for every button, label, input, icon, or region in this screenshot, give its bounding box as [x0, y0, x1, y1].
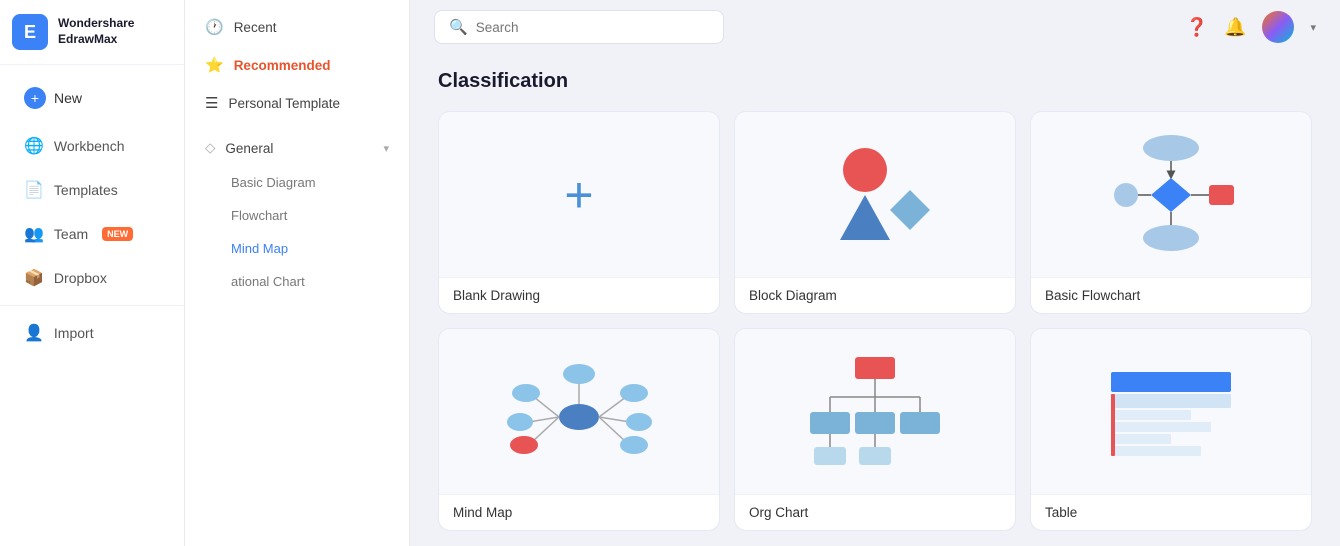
- app-logo-icon: E: [12, 14, 48, 50]
- card-table-label: Table: [1031, 494, 1311, 530]
- left-nav: + New 🌐 Workbench 📄 Templates 👥 Team NEW…: [0, 65, 184, 362]
- card-mindmap-visual: [439, 329, 719, 494]
- search-icon: 🔍: [449, 18, 468, 36]
- help-icon[interactable]: ❓: [1186, 17, 1208, 38]
- card-orgchart-label: Org Chart: [735, 494, 1015, 530]
- templates-icon: 📄: [24, 180, 44, 200]
- block-diagram-svg: [810, 135, 940, 255]
- card-blank-drawing[interactable]: + Blank Drawing: [438, 111, 720, 314]
- card-block-diagram[interactable]: Block Diagram: [734, 111, 1016, 314]
- card-table-visual: [1031, 329, 1311, 494]
- card-orgchart-visual: [735, 329, 1015, 494]
- mind-map-label: Mind Map: [231, 241, 288, 256]
- top-right-actions: ❓ 🔔 ▾: [1186, 11, 1316, 43]
- new-button[interactable]: + New: [8, 77, 176, 119]
- new-btn-icon: +: [24, 87, 46, 109]
- left-sidebar: E Wondershare EdrawMax + New 🌐 Workbench…: [0, 0, 185, 546]
- sidebar-item-workbench[interactable]: 🌐 Workbench: [8, 126, 176, 166]
- flowchart-label: Flowchart: [231, 208, 287, 223]
- recent-label: Recent: [234, 20, 277, 35]
- nav-basic-diagram[interactable]: Basic Diagram: [185, 166, 409, 199]
- search-input[interactable]: [476, 20, 709, 35]
- content-area: Classification + Blank Drawing: [410, 54, 1340, 546]
- templates-label: Templates: [54, 182, 118, 198]
- org-chart-label: ational Chart: [231, 274, 305, 289]
- main-content: 🔍 ❓ 🔔 ▾ Classification + Blank Drawing: [410, 0, 1340, 546]
- card-basic-flowchart[interactable]: Basic Flowchart: [1030, 111, 1312, 314]
- avatar[interactable]: [1262, 11, 1294, 43]
- card-block-visual: [735, 112, 1015, 277]
- sidebar-item-dropbox[interactable]: 📦 Dropbox: [8, 258, 176, 298]
- import-label: Import: [54, 325, 94, 341]
- card-org-chart[interactable]: Org Chart: [734, 328, 1016, 531]
- card-block-label: Block Diagram: [735, 277, 1015, 313]
- avatar-chevron-icon[interactable]: ▾: [1310, 21, 1316, 34]
- logo-area: E Wondershare EdrawMax: [0, 0, 184, 65]
- team-label: Team: [54, 226, 88, 242]
- workbench-icon: 🌐: [24, 136, 44, 156]
- sidebar-item-templates[interactable]: 📄 Templates: [8, 170, 176, 210]
- general-section-header[interactable]: ◇ General ▾: [185, 130, 409, 166]
- new-label: New: [54, 90, 82, 106]
- app-name: Wondershare EdrawMax: [58, 16, 134, 47]
- personal-template-icon: ☰: [205, 94, 218, 112]
- search-box[interactable]: 🔍: [434, 10, 724, 44]
- recommended-label: Recommended: [234, 58, 331, 73]
- sidebar-item-import[interactable]: 👤 Import: [8, 313, 176, 353]
- orgchart-svg: [800, 347, 950, 477]
- import-icon: 👤: [24, 323, 44, 343]
- card-flowchart-visual: [1031, 112, 1311, 277]
- sidebar-item-team[interactable]: 👥 Team NEW: [8, 214, 176, 254]
- nav-recent[interactable]: 🕐 Recent: [185, 8, 409, 46]
- recommended-icon: ⭐: [205, 56, 224, 74]
- card-mindmap-label: Mind Map: [439, 494, 719, 530]
- basic-diagram-label: Basic Diagram: [231, 175, 316, 190]
- card-blank-label: Blank Drawing: [439, 277, 719, 313]
- notification-icon[interactable]: 🔔: [1224, 17, 1246, 38]
- cards-grid: + Blank Drawing Block Diagram: [438, 111, 1312, 531]
- nav-recommended[interactable]: ⭐ Recommended: [185, 46, 409, 84]
- table-svg: [1101, 352, 1241, 472]
- flowchart-svg: [1101, 130, 1241, 260]
- nav-org-chart[interactable]: ational Chart: [185, 265, 409, 298]
- top-bar: 🔍 ❓ 🔔 ▾: [410, 0, 1340, 54]
- team-icon: 👥: [24, 224, 44, 244]
- second-sidebar: 🕐 Recent ⭐ Recommended ☰ Personal Templa…: [185, 0, 410, 546]
- general-label: General: [225, 141, 273, 156]
- card-mind-map[interactable]: Mind Map: [438, 328, 720, 531]
- personal-template-label: Personal Template: [228, 96, 340, 111]
- workbench-label: Workbench: [54, 138, 125, 154]
- dropbox-label: Dropbox: [54, 270, 107, 286]
- chevron-down-icon: ▾: [383, 142, 389, 155]
- nav-personal-template[interactable]: ☰ Personal Template: [185, 84, 409, 122]
- dropbox-icon: 📦: [24, 268, 44, 288]
- recent-icon: 🕐: [205, 18, 224, 36]
- plus-icon: +: [564, 170, 593, 220]
- card-table[interactable]: Table: [1030, 328, 1312, 531]
- card-blank-visual: +: [439, 112, 719, 277]
- mindmap-svg: [504, 347, 654, 477]
- nav-divider: [0, 305, 184, 306]
- nav-flowchart[interactable]: Flowchart: [185, 199, 409, 232]
- team-badge: NEW: [102, 227, 133, 241]
- general-icon: ◇: [205, 140, 215, 156]
- section-title: Classification: [438, 70, 1312, 93]
- card-flowchart-label: Basic Flowchart: [1031, 277, 1311, 313]
- nav-mind-map[interactable]: Mind Map: [185, 232, 409, 265]
- general-icon-label: ◇ General: [205, 140, 273, 156]
